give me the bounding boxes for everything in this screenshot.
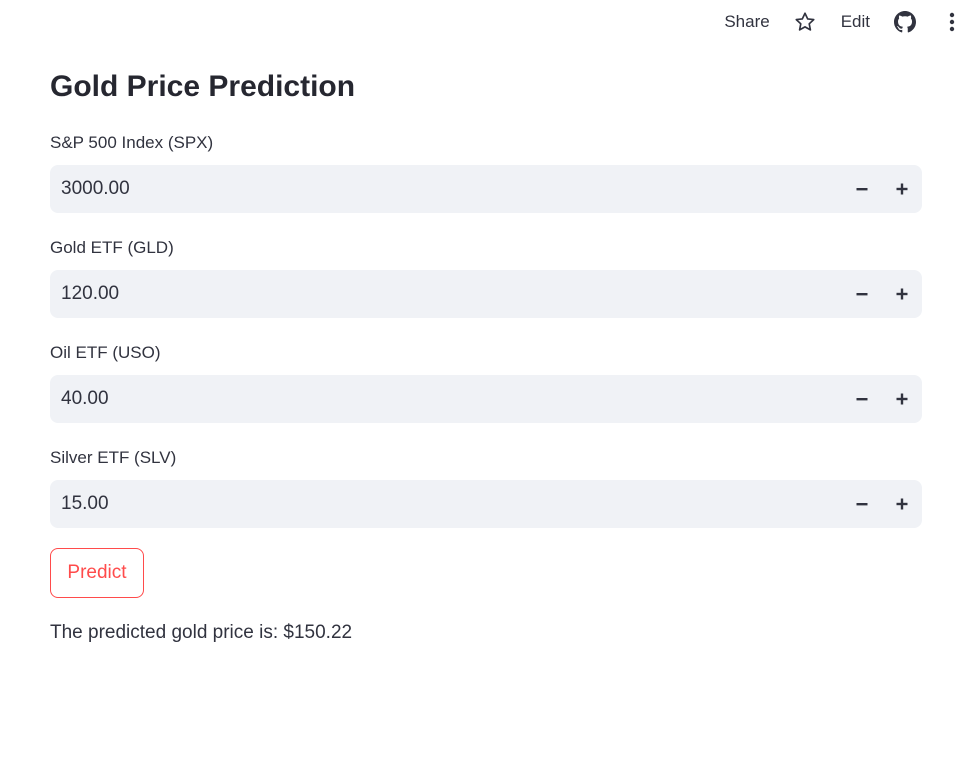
spx-decrement-button[interactable]	[842, 165, 882, 213]
gld-increment-button[interactable]	[882, 270, 922, 318]
github-icon[interactable]	[894, 11, 916, 33]
uso-input[interactable]	[50, 374, 842, 424]
spx-field: S&P 500 Index (SPX)	[50, 132, 922, 214]
spx-increment-button[interactable]	[882, 165, 922, 213]
minus-icon	[856, 398, 868, 401]
spx-input[interactable]	[50, 164, 842, 214]
slv-increment-button[interactable]	[882, 480, 922, 528]
plus-icon	[896, 288, 908, 300]
app-toolbar: Share Edit	[724, 0, 973, 44]
star-icon[interactable]	[794, 11, 816, 33]
slv-field: Silver ETF (SLV)	[50, 447, 922, 529]
plus-icon	[896, 498, 908, 510]
uso-increment-button[interactable]	[882, 375, 922, 423]
minus-icon	[856, 503, 868, 506]
uso-field: Oil ETF (USO)	[50, 342, 922, 424]
edit-button[interactable]: Edit	[841, 12, 870, 32]
plus-icon	[896, 393, 908, 405]
uso-number-box	[50, 374, 922, 424]
minus-icon	[856, 293, 868, 296]
predict-button[interactable]: Predict	[50, 548, 144, 598]
prediction-result: The predicted gold price is: $150.22	[50, 622, 353, 643]
gld-decrement-button[interactable]	[842, 270, 882, 318]
gld-input[interactable]	[50, 269, 842, 319]
spx-number-box	[50, 164, 922, 214]
more-vertical-icon[interactable]	[949, 12, 955, 32]
page-title: Gold Price Prediction	[50, 70, 356, 103]
slv-input[interactable]	[50, 479, 842, 529]
slv-label: Silver ETF (SLV)	[50, 448, 177, 467]
share-button[interactable]: Share	[724, 12, 769, 32]
plus-icon	[896, 183, 908, 195]
uso-decrement-button[interactable]	[842, 375, 882, 423]
slv-decrement-button[interactable]	[842, 480, 882, 528]
minus-icon	[856, 188, 868, 191]
gld-number-box	[50, 269, 922, 319]
slv-number-box	[50, 479, 922, 529]
gld-field: Gold ETF (GLD)	[50, 237, 922, 319]
gld-label: Gold ETF (GLD)	[50, 238, 174, 257]
spx-label: S&P 500 Index (SPX)	[50, 133, 214, 152]
uso-label: Oil ETF (USO)	[50, 343, 161, 362]
